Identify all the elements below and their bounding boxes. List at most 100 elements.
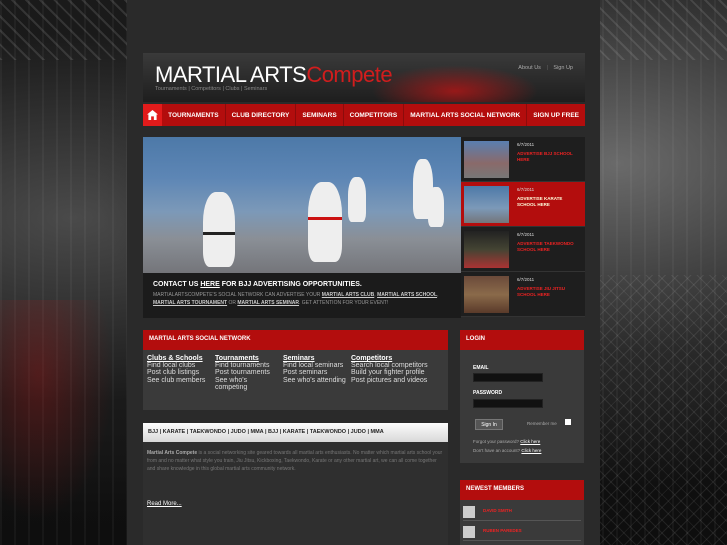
belt bbox=[308, 217, 342, 220]
column-line: Post club listings bbox=[147, 369, 200, 377]
slider-thumb[interactable]: 6/7/2011 ADVERTISE JIU JITSU SCHOOL HERE bbox=[461, 272, 585, 317]
forgot-text: Forgot your password? bbox=[473, 439, 521, 444]
remember-checkbox[interactable] bbox=[565, 419, 571, 425]
newest-members-title: NEWEST MEMBERS bbox=[460, 480, 584, 500]
sign-in-button[interactable]: Sign In bbox=[475, 419, 503, 430]
thumb-desc: ADVERTISE KARATE SCHOOL HERE bbox=[517, 196, 563, 207]
slide-body-text: MARTIALARTSCOMPETE'S SOCIAL NETWORK CAN … bbox=[153, 292, 322, 298]
thumb-image bbox=[464, 276, 509, 313]
nav-social-network[interactable]: MARTIAL ARTS SOCIAL NETWORK bbox=[404, 104, 528, 126]
column-line: Build your fighter profile bbox=[351, 369, 425, 377]
comma: , bbox=[437, 292, 439, 298]
nav-club-directory[interactable]: CLUB DIRECTORY bbox=[226, 104, 297, 126]
newest-members-box: NEWEST MEMBERS DAVID SMITH RUBEN PAREDES bbox=[460, 480, 584, 545]
school-link[interactable]: MARTIAL ARTS SCHOOL bbox=[377, 292, 437, 298]
background-glow bbox=[0, 300, 127, 545]
email-field[interactable] bbox=[473, 373, 543, 382]
email-label: EMAIL bbox=[473, 365, 489, 371]
spectator-figure bbox=[348, 177, 366, 222]
fighter-figure bbox=[203, 192, 235, 267]
seminars-column: Seminars Find local seminars Post semina… bbox=[283, 355, 351, 391]
column-line: Find local clubs bbox=[147, 362, 196, 369]
top-links: About Us | Sign Up bbox=[514, 65, 573, 71]
slide-caption: CONTACT US HERE FOR BJJ ADVERTISING OPPO… bbox=[143, 273, 461, 318]
thumb-desc: ADVERTISE JIU JITSU SCHOOL HERE bbox=[517, 286, 566, 297]
forgot-password: Forgot your password? Click here bbox=[473, 439, 540, 444]
remember-label: Remember me bbox=[527, 421, 557, 426]
logo-accent: Compete bbox=[306, 62, 393, 87]
no-account-text: Don't have an account? bbox=[473, 448, 522, 453]
seminar-link[interactable]: MARTIAL ARTS SEMINAR bbox=[237, 300, 299, 306]
or-text: OR bbox=[227, 299, 238, 306]
thumb-desc: ADVERTISE BJJ SCHOOL HERE bbox=[517, 151, 573, 162]
member-name: DAVID SMITH bbox=[483, 508, 512, 513]
slide-body-text-end: . GET ATTENTION FOR YOUR EVENT! bbox=[299, 299, 389, 306]
slider-thumb[interactable]: 6/7/2011 ADVERTISE TAEKWONDO SCHOOL HERE bbox=[461, 227, 585, 272]
register-link[interactable]: Click here bbox=[521, 448, 541, 453]
column-line: Search local competitors bbox=[351, 362, 428, 369]
column-line: Post seminars bbox=[283, 369, 328, 377]
nav-home[interactable] bbox=[143, 104, 163, 126]
belt bbox=[203, 232, 235, 235]
nav-competitors[interactable]: COMPETITORS bbox=[344, 104, 405, 126]
competitors-heading[interactable]: Competitors bbox=[351, 355, 441, 362]
password-field[interactable] bbox=[473, 399, 543, 408]
slider-thumbnails: 6/7/2011 ADVERTISE BJJ SCHOOL HERE 6/7/2… bbox=[461, 137, 585, 318]
column-line: Find tournaments bbox=[215, 362, 270, 369]
column-line: See club members bbox=[147, 376, 206, 384]
sign-up-link[interactable]: Sign Up bbox=[553, 65, 573, 71]
cage-fence bbox=[597, 275, 727, 545]
read-more-link[interactable]: Read More... bbox=[147, 501, 182, 507]
seminars-heading[interactable]: Seminars bbox=[283, 355, 351, 362]
club-link[interactable]: MARTIAL ARTS CLUB bbox=[322, 292, 375, 298]
site-header: MARTIAL ARTSCompete Tournaments | Compet… bbox=[143, 53, 585, 102]
slider-thumb-active[interactable]: 6/7/2011 ADVERTISE KARATE SCHOOL HERE bbox=[461, 182, 585, 227]
spectator-figure bbox=[428, 187, 444, 227]
column-line: Post pictures and videos bbox=[351, 376, 428, 384]
social-network-columns: Clubs & Schools Find local clubs Post cl… bbox=[143, 350, 448, 396]
column-line: Post tournaments bbox=[215, 369, 270, 377]
clubs-column: Clubs & Schools Find local clubs Post cl… bbox=[147, 355, 215, 391]
member-name: RUBEN PAREDES bbox=[483, 528, 522, 533]
avatar bbox=[463, 526, 475, 538]
slide-body: MARTIALARTSCOMPETE'S SOCIAL NETWORK CAN … bbox=[153, 292, 451, 307]
headline-text-post: FOR BJJ ADVERTISING OPPORTUNITIES. bbox=[219, 281, 362, 288]
column-line: competing bbox=[215, 384, 248, 392]
fighter-figure bbox=[308, 182, 342, 262]
clubs-heading[interactable]: Clubs & Schools bbox=[147, 355, 215, 362]
social-network-title: MARTIAL ARTS SOCIAL NETWORK bbox=[143, 330, 448, 350]
member-row[interactable]: DAVID SMITH bbox=[463, 503, 581, 521]
slide-headline: CONTACT US HERE FOR BJJ ADVERTISING OPPO… bbox=[153, 281, 451, 288]
thumb-desc: ADVERTISE TAEKWONDO SCHOOL HERE bbox=[517, 241, 574, 252]
forgot-password-link[interactable]: Click here bbox=[520, 439, 540, 444]
login-box: LOGIN EMAIL PASSWORD Sign In Remember me… bbox=[460, 330, 584, 463]
member-row[interactable]: RUBEN PAREDES bbox=[463, 523, 581, 541]
slider-thumb[interactable]: 6/7/2011 ADVERTISE BJJ SCHOOL HERE bbox=[461, 137, 585, 182]
column-line: See who's attending bbox=[283, 376, 346, 384]
about-us-link[interactable]: About Us bbox=[518, 65, 541, 71]
top-links-separator: | bbox=[546, 65, 548, 71]
nav-tournaments[interactable]: TOURNAMENTS bbox=[162, 104, 226, 126]
column-line: Find local seminars bbox=[283, 362, 344, 369]
column-line: See who's bbox=[215, 376, 248, 384]
nav-sign-up-free[interactable]: SIGN UP FREE bbox=[527, 104, 585, 126]
nav-seminars[interactable]: SEMINARS bbox=[296, 104, 344, 126]
featured-slider: CONTACT US HERE FOR BJJ ADVERTISING OPPO… bbox=[143, 137, 461, 318]
home-icon bbox=[147, 110, 159, 120]
about-box: BJJ | KARATE | TAEKWONDO | JUDO | MMA | … bbox=[143, 423, 448, 545]
tournaments-column: Tournaments Find tournaments Post tourna… bbox=[215, 355, 283, 391]
headline-here-link[interactable]: HERE bbox=[200, 281, 219, 288]
thumb-image bbox=[464, 186, 509, 223]
site-logo[interactable]: MARTIAL ARTSCompete bbox=[155, 62, 393, 88]
tournament-link[interactable]: MARTIAL ARTS TOURNAMENT bbox=[153, 300, 227, 306]
thumb-date: 6/7/2011 bbox=[517, 187, 535, 192]
tournaments-heading[interactable]: Tournaments bbox=[215, 355, 283, 362]
avatar bbox=[463, 506, 475, 518]
thumb-date: 6/7/2011 bbox=[517, 142, 535, 147]
no-account: Don't have an account? Click here bbox=[473, 448, 541, 453]
thumb-date: 6/7/2011 bbox=[517, 277, 535, 282]
social-network-box: MARTIAL ARTS SOCIAL NETWORK Clubs & Scho… bbox=[143, 330, 448, 410]
thumb-image bbox=[464, 231, 509, 268]
featured-photo[interactable] bbox=[143, 137, 461, 273]
about-site-name: Martial Arts Compete bbox=[147, 450, 198, 456]
